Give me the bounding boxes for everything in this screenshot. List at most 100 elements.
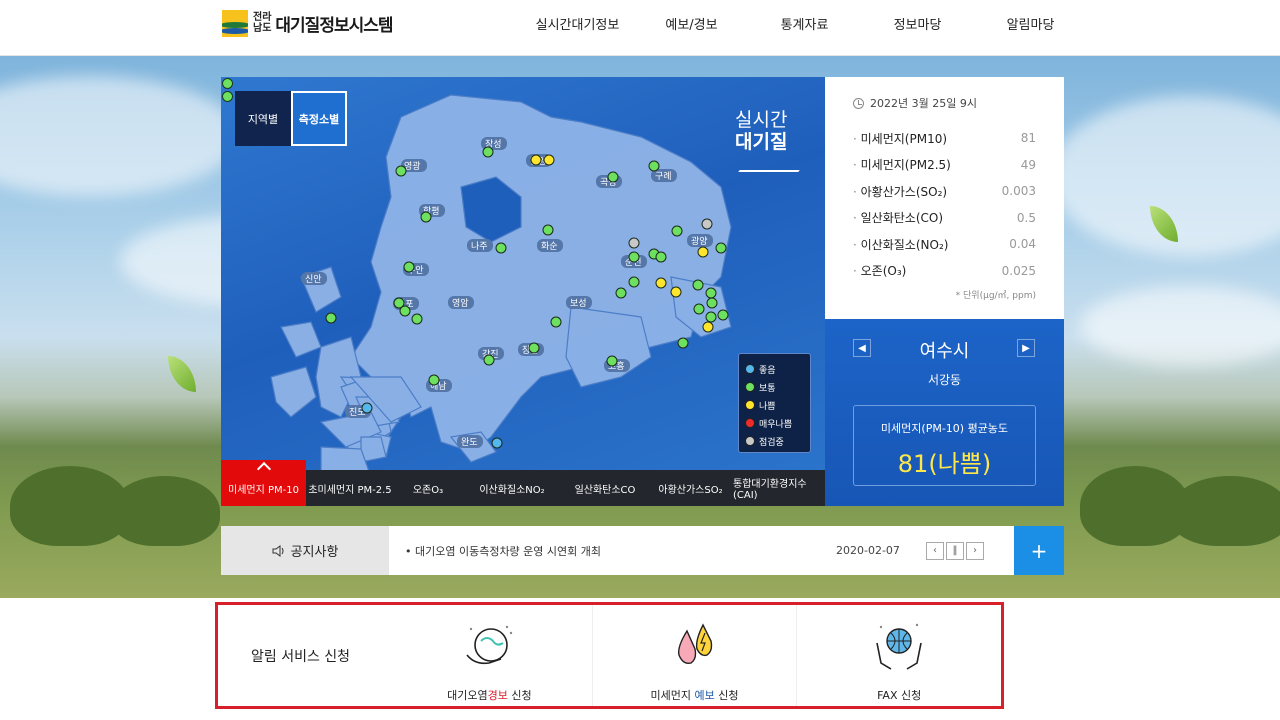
globe-hands-icon	[466, 625, 513, 665]
station-marker[interactable]	[411, 313, 423, 325]
station-marker[interactable]	[483, 354, 495, 366]
label-highlight: 예보	[694, 689, 715, 702]
info-name: 오존(O₃)	[853, 262, 907, 279]
site-logo[interactable]: 전라 남도 대기질정보시스템	[222, 9, 394, 37]
tab-so2[interactable]: 아황산가스SO₂	[648, 470, 733, 506]
notice-next-button[interactable]: ›	[966, 541, 984, 560]
notice-pause-button[interactable]: ‖	[946, 541, 964, 560]
tab-pm25[interactable]: 초미세먼지 PM-2.5	[306, 470, 394, 506]
nav-statistics[interactable]: 통계자료	[748, 0, 861, 54]
pause-icon: ‖	[952, 545, 958, 556]
nav-notice[interactable]: 알림마당	[974, 0, 1087, 54]
station-marker[interactable]	[606, 355, 618, 367]
station-marker[interactable]	[717, 309, 729, 321]
label-highlight: 경보	[487, 689, 508, 702]
tab-pm10[interactable]: 미세먼지 PM-10	[221, 460, 306, 506]
station-marker[interactable]	[697, 246, 709, 258]
station-marker[interactable]	[692, 279, 704, 291]
info-row-no2: 이산화질소(NO₂) 0.04	[853, 231, 1036, 258]
info-name: 미세먼지(PM2.5)	[853, 156, 951, 173]
station-marker[interactable]	[615, 287, 627, 299]
service-warning-signup[interactable]: 대기오염경보 신청	[387, 605, 592, 706]
station-marker[interactable]	[530, 154, 542, 166]
station-marker[interactable]	[706, 297, 718, 309]
legend-label: 점검중	[759, 437, 784, 448]
station-marker[interactable]	[628, 276, 640, 288]
station-marker[interactable]	[528, 342, 540, 354]
region-label: 완도	[461, 437, 478, 447]
status-dot	[222, 91, 233, 102]
station-marker[interactable]	[671, 225, 683, 237]
realtime-title-line1: 실시간	[735, 109, 788, 131]
station-marker[interactable]	[542, 224, 554, 236]
region-label: 영광	[404, 160, 421, 171]
station-marker[interactable]	[705, 311, 717, 323]
tab-co[interactable]: 일산화탄소CO	[562, 470, 648, 506]
tab-region[interactable]: 지역별	[235, 91, 291, 146]
notice-prev-button[interactable]: ‹	[926, 541, 944, 560]
station-marker[interactable]	[648, 160, 660, 172]
station-marker[interactable]	[670, 286, 682, 298]
info-value: 0.04	[1009, 237, 1036, 252]
info-name: 미세먼지(PM10)	[853, 130, 947, 147]
station-marker[interactable]	[495, 242, 507, 254]
station-marker[interactable]	[607, 171, 619, 183]
service-fax-signup[interactable]: FAX 신청	[796, 605, 1001, 706]
info-value: 0.025	[1001, 263, 1036, 278]
station-marker[interactable]	[550, 316, 562, 328]
legend-item: 매우나쁨	[745, 414, 804, 432]
station-marker[interactable]	[628, 237, 640, 249]
notice-headline[interactable]: • 대기오염 이동측정차량 운영 시연회 개최	[389, 526, 836, 575]
station-marker[interactable]	[677, 337, 689, 349]
legend-normal-icon	[745, 382, 755, 392]
tab-cai[interactable]: 통합대기환경지수(CAI)	[733, 470, 825, 506]
location-dong: 서강동	[927, 373, 962, 387]
legend-checking-icon	[745, 436, 755, 446]
station-marker[interactable]	[628, 251, 640, 263]
station-marker[interactable]	[701, 218, 713, 230]
station-marker[interactable]	[655, 251, 667, 263]
notice-label-text: 공지사항	[290, 545, 339, 560]
station-marker[interactable]	[361, 402, 373, 414]
nav-forecast[interactable]: 예보/경보	[635, 0, 748, 54]
station-marker[interactable]	[420, 211, 432, 223]
realtime-title: 실시간 대기질	[735, 109, 787, 153]
nav-realtime[interactable]: 실시간대기정보	[520, 0, 635, 54]
station-marker[interactable]	[693, 303, 705, 315]
title-underline	[738, 170, 800, 172]
service-forecast-signup[interactable]: 미세먼지 예보 신청	[591, 605, 797, 706]
main-nav: 실시간대기정보 예보/경보 통계자료 정보마당 알림마당	[520, 0, 1087, 54]
region-label: 화순	[541, 241, 558, 251]
dust-drops-icon	[677, 623, 712, 665]
notice-more-button[interactable]: +	[1014, 526, 1064, 575]
station-marker[interactable]	[715, 242, 727, 254]
station-marker[interactable]	[491, 437, 503, 449]
station-marker[interactable]	[655, 277, 667, 289]
label-post: 신청	[714, 689, 739, 702]
location-panel: ◀ ▶ 여수시 서강동 미세먼지(PM-10) 평균농도 81(나쁨)	[825, 319, 1064, 506]
realtime-title-line2: 대기질	[735, 131, 788, 153]
map-island	[280, 321, 322, 358]
station-marker[interactable]	[702, 321, 714, 333]
station-marker[interactable]	[325, 312, 337, 324]
station-marker[interactable]	[705, 287, 717, 299]
tab-o3[interactable]: 오존O₃	[394, 470, 462, 506]
chevron-left-icon: ‹	[933, 545, 937, 556]
station-marker[interactable]	[395, 165, 407, 177]
nav-info[interactable]: 정보마당	[861, 0, 974, 54]
tab-station[interactable]: 측정소별	[291, 91, 347, 146]
region-label: 광양	[691, 235, 708, 246]
station-marker[interactable]	[543, 154, 555, 166]
legend-label: 나쁨	[759, 401, 776, 412]
station-marker[interactable]	[428, 374, 440, 386]
tab-no2[interactable]: 이산화질소NO₂	[462, 470, 562, 506]
station-marker[interactable]	[399, 305, 411, 317]
notice-bar: 공지사항 • 대기오염 이동측정차량 운영 시연회 개최 2020-02-07 …	[221, 526, 1064, 575]
station-marker[interactable]	[482, 146, 494, 158]
logo-title: 대기질정보시스템	[275, 15, 393, 36]
station-marker[interactable]	[403, 261, 415, 273]
notice-controls: ‹ ‖ ›	[926, 526, 1014, 575]
region-label: 신안	[305, 274, 322, 284]
region-label: 구례	[655, 171, 672, 181]
notice-label: 공지사항	[221, 526, 389, 575]
